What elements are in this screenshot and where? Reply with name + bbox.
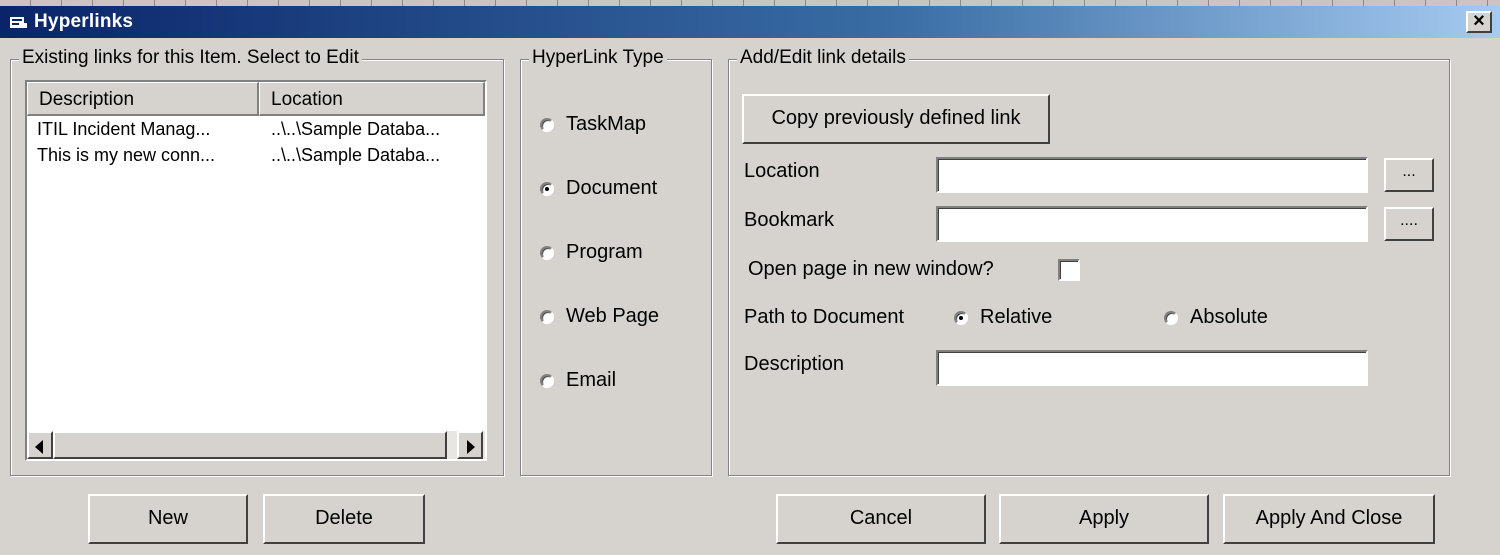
location-field[interactable] xyxy=(936,157,1368,193)
radio-email-label: Email xyxy=(566,369,617,392)
new-button-label: New xyxy=(147,507,188,529)
radio-taskmap[interactable]: TaskMap xyxy=(540,113,646,136)
radio-web-page[interactable]: Web Page xyxy=(540,305,659,328)
list-header: Description Location xyxy=(27,82,485,116)
delete-button-label: Delete xyxy=(315,507,373,529)
location-label: Location xyxy=(744,160,820,182)
radio-taskmap-label: TaskMap xyxy=(566,113,647,136)
cancel-button[interactable]: Cancel xyxy=(776,494,986,544)
links-list[interactable]: Description Location ITIL Incident Manag… xyxy=(25,80,487,461)
radio-relative-label: Relative xyxy=(980,306,1053,329)
horizontal-scrollbar[interactable] xyxy=(27,431,485,459)
browse-bookmark-button[interactable]: .... xyxy=(1384,207,1434,241)
row-location: ..\..\Sample Databa... xyxy=(271,145,441,165)
radio-selected-icon xyxy=(954,310,968,325)
description-label: Description xyxy=(744,353,845,375)
scroll-right-button[interactable] xyxy=(457,431,483,459)
radio-document-label: Document xyxy=(566,177,658,200)
radio-relative[interactable]: Relative xyxy=(954,306,1052,329)
radio-document[interactable]: Document xyxy=(540,177,657,200)
radio-icon xyxy=(540,373,554,388)
hyperlink-type-legend: HyperLink Type xyxy=(529,47,667,69)
new-window-checkbox[interactable] xyxy=(1058,259,1080,281)
existing-links-legend: Existing links for this Item. Select to … xyxy=(19,47,362,69)
column-location-label: Location xyxy=(271,89,343,110)
row-description: This is my new conn... xyxy=(37,145,216,165)
bookmark-label: Bookmark xyxy=(744,209,835,231)
arrow-left-icon xyxy=(35,440,43,454)
ellipsis-icon: ... xyxy=(1402,163,1416,180)
apply-button[interactable]: Apply xyxy=(999,494,1209,544)
copy-link-label: Copy previously defined link xyxy=(771,107,1021,129)
cancel-button-label: Cancel xyxy=(849,507,913,529)
new-button[interactable]: New xyxy=(88,494,248,544)
bookmark-field[interactable] xyxy=(936,206,1368,242)
radio-absolute-label: Absolute xyxy=(1190,306,1268,329)
arrow-right-icon xyxy=(467,440,475,454)
close-button[interactable]: × xyxy=(1466,11,1492,33)
app-icon xyxy=(10,17,27,28)
column-header-description[interactable]: Description xyxy=(27,82,259,116)
apply-button-label: Apply xyxy=(1078,507,1130,529)
window-title: Hyperlinks xyxy=(34,11,134,32)
radio-icon xyxy=(540,309,554,324)
radio-icon xyxy=(540,245,554,260)
radio-selected-icon xyxy=(540,181,554,196)
radio-icon xyxy=(1164,310,1178,325)
ellipsis-icon: .... xyxy=(1400,212,1418,229)
column-description-label: Description xyxy=(39,89,135,110)
title-bar: Hyperlinks × xyxy=(0,6,1500,38)
row-location: ..\..\Sample Databa... xyxy=(271,119,441,139)
copy-link-button[interactable]: Copy previously defined link xyxy=(742,94,1050,144)
path-to-document-label: Path to Document xyxy=(744,306,905,328)
scroll-left-button[interactable] xyxy=(27,431,53,459)
apply-and-close-label: Apply And Close xyxy=(1255,507,1403,529)
close-icon: × xyxy=(1473,10,1485,32)
list-item[interactable]: This is my new conn... ..\..\Sample Data… xyxy=(27,145,485,171)
radio-email[interactable]: Email xyxy=(540,369,616,392)
radio-program[interactable]: Program xyxy=(540,241,643,264)
radio-program-label: Program xyxy=(566,241,643,264)
delete-button[interactable]: Delete xyxy=(263,494,425,544)
link-details-legend: Add/Edit link details xyxy=(737,47,909,69)
radio-icon xyxy=(540,117,554,132)
column-header-location[interactable]: Location xyxy=(259,82,485,116)
description-field[interactable] xyxy=(936,350,1368,386)
radio-web-page-label: Web Page xyxy=(566,305,660,328)
new-window-label: Open page in new window? xyxy=(748,258,994,280)
scroll-thumb[interactable] xyxy=(53,431,447,459)
row-description: ITIL Incident Manag... xyxy=(37,119,211,139)
apply-and-close-button[interactable]: Apply And Close xyxy=(1223,494,1435,544)
list-item[interactable]: ITIL Incident Manag... ..\..\Sample Data… xyxy=(27,119,485,145)
radio-absolute[interactable]: Absolute xyxy=(1164,306,1268,329)
browse-location-button[interactable]: ... xyxy=(1384,158,1434,192)
